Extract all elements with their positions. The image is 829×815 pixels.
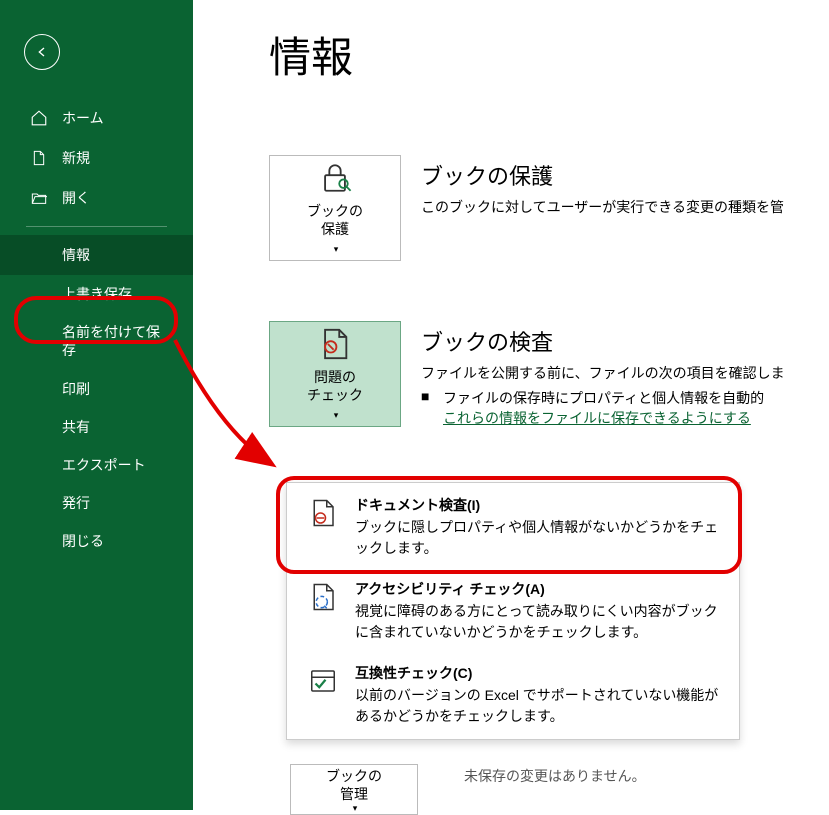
home-icon: [30, 109, 48, 127]
inspect-bullet: ファイルの保存時にプロパティと個人情報を自動的: [443, 388, 764, 408]
document-check-icon: [317, 326, 353, 362]
nav-save-as[interactable]: 名前を付けて保存: [0, 313, 193, 369]
tile-label: ブックの 保護: [307, 202, 363, 238]
menu-document-inspect[interactable]: ドキュメント検査(I) ブックに隠しプロパティや個人情報がないかどうかをチェック…: [287, 485, 739, 569]
nav-new[interactable]: 新規: [0, 138, 193, 178]
page-title: 情報: [269, 24, 829, 85]
manage-workbook-button[interactable]: ブックの 管理▾: [290, 764, 418, 815]
check-for-issues-button[interactable]: 問題の チェック ▾: [269, 321, 401, 427]
nav-divider: [26, 226, 167, 227]
nav-info[interactable]: 情報: [0, 235, 193, 275]
nav-label: 新規: [62, 148, 90, 168]
menu-desc: 以前のバージョンの Excel でサポートされていない機能があるかどうかをチェッ…: [355, 685, 719, 727]
nav-label: 開く: [62, 188, 90, 208]
folder-open-icon: [30, 189, 48, 207]
protect-title: ブックの保護: [421, 159, 829, 191]
backstage-sidebar: ホーム 新規 開く 情報 上書き保存 名前を付けて保存 印刷 共有 エクスポート…: [0, 0, 193, 810]
inspect-desc: ファイルを公開する前に、ファイルの次の項目を確認しま: [421, 363, 829, 384]
protect-workbook-button[interactable]: ブックの 保護 ▾: [269, 155, 401, 261]
check-issues-dropdown: ドキュメント検査(I) ブックに隠しプロパティや個人情報がないかどうかをチェック…: [286, 482, 740, 740]
menu-desc: ブックに隠しプロパティや個人情報がないかどうかをチェックします。: [355, 517, 719, 559]
menu-desc: 視覚に障碍のある方にとって読み取りにくい内容がブックに含まれていないかどうかをチ…: [355, 601, 719, 643]
nav-publish[interactable]: 発行: [0, 484, 193, 522]
chevron-down-icon: ▾: [353, 803, 358, 814]
document-new-icon: [30, 149, 48, 167]
nav-label: ホーム: [62, 108, 104, 128]
allow-save-link[interactable]: これらの情報をファイルに保存できるようにする: [443, 410, 751, 426]
tile-label: ブックの 管理: [326, 767, 382, 803]
nav-share[interactable]: 共有: [0, 408, 193, 446]
inspect-title: ブックの検査: [421, 325, 829, 357]
bullet-icon: ■: [421, 388, 429, 428]
menu-title: ドキュメント検査(I): [355, 495, 719, 515]
chevron-down-icon: ▾: [334, 410, 339, 422]
tile-label: 問題の チェック: [307, 368, 363, 404]
document-inspect-icon: [307, 497, 339, 529]
nav-save[interactable]: 上書き保存: [0, 275, 193, 313]
protect-desc: このブックに対してユーザーが実行できる変更の種類を管: [421, 197, 829, 218]
menu-compatibility-check[interactable]: 互換性チェック(C) 以前のバージョンの Excel でサポートされていない機能…: [287, 653, 739, 737]
nav-label: 情報: [62, 245, 90, 265]
section-inspect: 問題の チェック ▾ ブックの検査 ファイルを公開する前に、ファイルの次の項目を確…: [269, 321, 829, 428]
section-protect: ブックの 保護 ▾ ブックの保護 このブックに対してユーザーが実行できる変更の種類…: [269, 155, 829, 261]
menu-accessibility-check[interactable]: アクセシビリティ チェック(A) 視覚に障碍のある方にとって読み取りにくい内容が…: [287, 569, 739, 653]
lock-icon: [317, 160, 353, 196]
nav-open[interactable]: 開く: [0, 178, 193, 218]
accessibility-icon: [307, 581, 339, 613]
nav-export[interactable]: エクスポート: [0, 446, 193, 484]
back-button[interactable]: [24, 34, 60, 70]
menu-title: 互換性チェック(C): [355, 663, 719, 683]
chevron-down-icon: ▾: [334, 244, 339, 256]
menu-title: アクセシビリティ チェック(A): [355, 579, 719, 599]
compat-check-icon: [307, 665, 339, 697]
manage-desc: 未保存の変更はありません。: [464, 766, 646, 786]
nav-print[interactable]: 印刷: [0, 370, 193, 408]
nav-close[interactable]: 閉じる: [0, 522, 193, 560]
nav-home[interactable]: ホーム: [0, 98, 193, 138]
